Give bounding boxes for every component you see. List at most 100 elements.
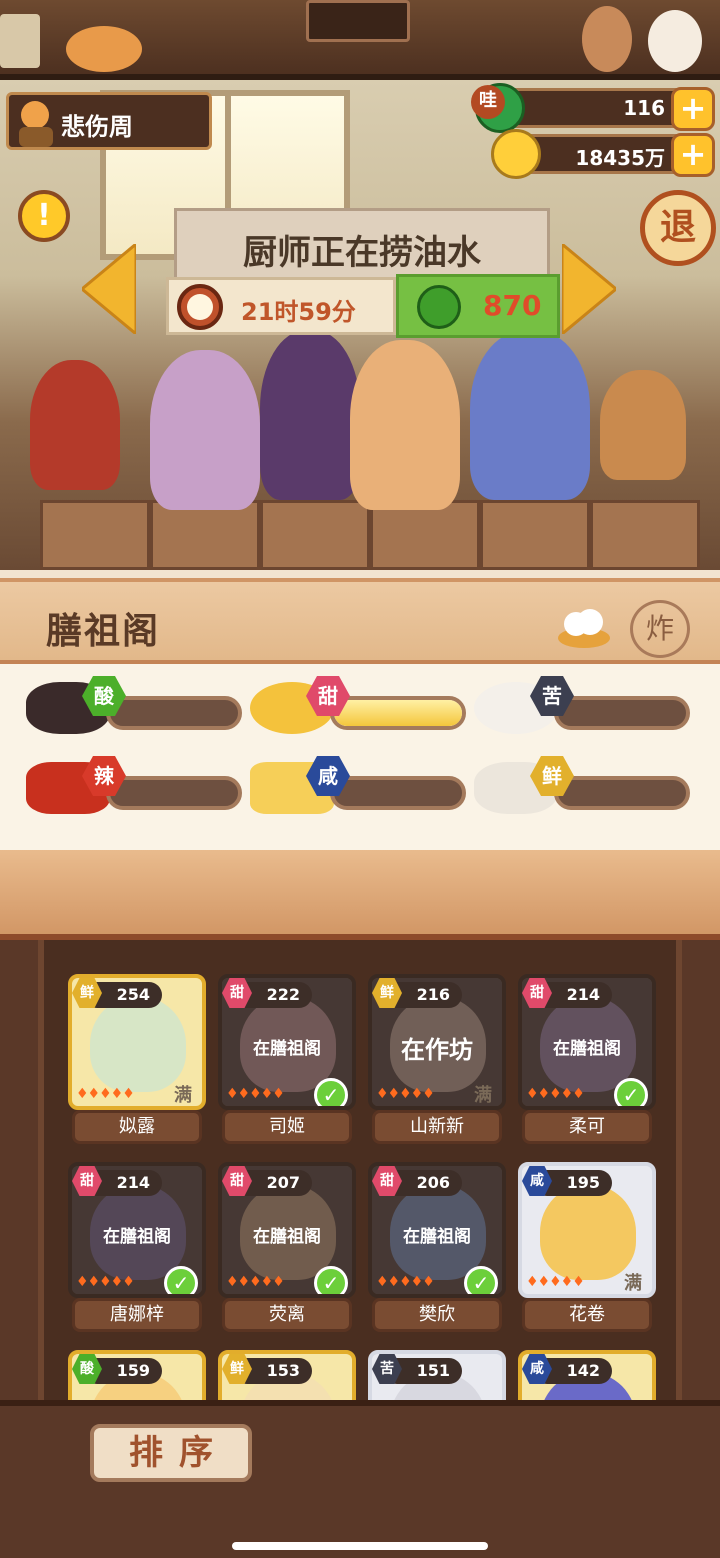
max-level-badge: 满 xyxy=(174,1085,192,1106)
pavilion-footer xyxy=(0,850,720,940)
chef-card[interactable]: 195 咸 ♦♦♦♦♦ 满花卷 xyxy=(518,1162,656,1334)
flame-rating-icon: ♦♦♦♦♦ xyxy=(76,1274,135,1290)
flavor-meter-spicy: 辣 xyxy=(26,756,246,816)
check-icon: ✓ xyxy=(314,1266,348,1294)
chef-card[interactable]: 在膳祖阁 206 甜 ♦♦♦♦♦ ✓ 樊欣 xyxy=(368,1162,506,1334)
flame-rating-icon: ♦♦♦♦♦ xyxy=(376,1274,435,1290)
cat-figurine-icon xyxy=(66,26,142,72)
chef-card-frame: 在膳祖阁 207 甜 ♦♦♦♦♦ ✓ xyxy=(218,1162,356,1298)
timer-text: 21时59分 xyxy=(241,298,356,326)
chef-card-frame: 195 咸 ♦♦♦♦♦ 满 xyxy=(518,1162,656,1298)
chef-sprite xyxy=(150,350,260,510)
prev-arrow-icon[interactable] xyxy=(82,244,136,334)
chef-name: 唐娜梓 xyxy=(72,1298,202,1332)
jade-gem-icon xyxy=(417,285,461,329)
flavor-meter-umami: 鲜 xyxy=(474,756,694,816)
bottom-bar: 排序 xyxy=(0,1400,720,1558)
flavor-bar xyxy=(554,776,690,810)
max-level-badge: 满 xyxy=(474,1085,492,1106)
chef-portrait xyxy=(90,996,186,1092)
chef-card[interactable]: 在作坊 216 鲜 ♦♦♦♦♦ 满山新新 xyxy=(368,974,506,1146)
player-avatar-icon xyxy=(19,101,53,147)
flavor-meter-sour: 酸 xyxy=(26,676,246,736)
chef-card-frame: 159 酸 xyxy=(68,1350,206,1400)
chef-status: 在作坊 xyxy=(401,1036,473,1064)
chef-name: 山新新 xyxy=(372,1110,502,1144)
blast-button[interactable]: 炸 xyxy=(630,600,690,658)
chef-card-frame: 在膳祖阁 222 甜 ♦♦♦♦♦ ✓ xyxy=(218,974,356,1110)
flame-rating-icon: ♦♦♦♦♦ xyxy=(226,1274,285,1290)
chef-card-frame: 254 鲜 ♦♦♦♦♦ 满 xyxy=(68,974,206,1110)
flavor-fill xyxy=(334,700,462,726)
top-shelf xyxy=(0,0,720,80)
badge-icon xyxy=(306,0,410,42)
chef-portrait xyxy=(540,1184,636,1280)
figurine-icon xyxy=(582,6,632,72)
chef-card[interactable]: 159 酸 xyxy=(68,1350,206,1400)
chef-status: 在膳祖阁 xyxy=(103,1227,171,1247)
flame-rating-icon: ♦♦♦♦♦ xyxy=(526,1086,585,1102)
mushroom-decor xyxy=(600,370,686,480)
speed-up-button[interactable]: 870 xyxy=(396,274,560,338)
chef-card-frame: 153 鲜 xyxy=(218,1350,356,1400)
gem-badge: 哇 xyxy=(471,85,505,119)
flavor-bar xyxy=(330,776,466,810)
chef-status: 在膳祖阁 xyxy=(253,1039,321,1059)
check-icon: ✓ xyxy=(314,1078,348,1106)
chef-card-frame: 在作坊 216 鲜 ♦♦♦♦♦ 满 xyxy=(368,974,506,1110)
chef-card[interactable]: 在膳祖阁 222 甜 ♦♦♦♦♦ ✓ 司姬 xyxy=(218,974,356,1146)
chef-grid-inner: 254 鲜 ♦♦♦♦♦ 满姒露 在膳祖阁 222 甜 ♦♦♦♦♦ ✓ 司姬 在作坊 216 鲜 ♦♦♦♦♦… xyxy=(38,940,682,1400)
chef-card-frame: 在膳祖阁 214 甜 ♦♦♦♦♦ ✓ xyxy=(518,974,656,1110)
chef-name: 樊欣 xyxy=(372,1298,502,1332)
flame-rating-icon: ♦♦♦♦♦ xyxy=(226,1086,285,1102)
check-icon: ✓ xyxy=(164,1266,198,1294)
player-name-plate[interactable]: 悲伤周 xyxy=(6,92,212,150)
chef-card[interactable]: 在膳祖阁 207 甜 ♦♦♦♦♦ ✓ 荧离 xyxy=(218,1162,356,1334)
flavor-meters: 酸 甜 苦 辣 咸 鲜 xyxy=(0,664,720,850)
chef-name: 花卷 xyxy=(522,1298,652,1332)
max-level-badge: 满 xyxy=(624,1273,642,1294)
home-indicator[interactable] xyxy=(232,1542,488,1550)
chef-card[interactable]: 在膳祖阁 214 甜 ♦♦♦♦♦ ✓ 柔可 xyxy=(518,974,656,1146)
flavor-bar xyxy=(106,696,242,730)
exit-button[interactable]: 退 xyxy=(640,190,716,266)
chef-sprite xyxy=(350,340,460,510)
chef-card-frame: 在膳祖阁 214 甜 ♦♦♦♦♦ ✓ xyxy=(68,1162,206,1298)
chef-card[interactable]: 153 鲜 xyxy=(218,1350,356,1400)
chef-sprite xyxy=(30,360,120,490)
counter xyxy=(480,500,590,570)
counter xyxy=(150,500,260,570)
chef-status: 在膳祖阁 xyxy=(403,1227,471,1247)
cat-figurine-icon xyxy=(648,10,702,72)
chef-card[interactable]: 在膳祖阁 214 甜 ♦♦♦♦♦ ✓ 唐娜梓 xyxy=(68,1162,206,1334)
timer-box: 21时59分 xyxy=(166,277,396,335)
counter xyxy=(370,500,480,570)
counter xyxy=(260,500,370,570)
chef-name: 柔可 xyxy=(522,1110,652,1144)
chef-status: 在膳祖阁 xyxy=(553,1039,621,1059)
chef-card[interactable]: 142 咸 xyxy=(518,1350,656,1400)
chef-card-frame: 151 苦 xyxy=(368,1350,506,1400)
gem-amount: 116 xyxy=(623,96,665,120)
chef-name: 司姬 xyxy=(222,1110,352,1144)
flavor-meter-sweet: 甜 xyxy=(250,676,470,736)
chef-card[interactable]: 151 苦 xyxy=(368,1350,506,1400)
counter xyxy=(40,500,150,570)
pavilion-panel: 膳祖阁 炸 酸 甜 苦 辣 咸 鲜 xyxy=(0,570,720,940)
alert-button[interactable]: ! xyxy=(18,190,70,242)
sort-button[interactable]: 排序 xyxy=(90,1424,252,1482)
chef-card-frame: 在膳祖阁 206 甜 ♦♦♦♦♦ ✓ xyxy=(368,1162,506,1298)
chef-card[interactable]: 254 鲜 ♦♦♦♦♦ 满姒露 xyxy=(68,974,206,1146)
flavor-meter-bitter: 苦 xyxy=(474,676,694,736)
next-arrow-icon[interactable] xyxy=(562,244,616,334)
pavilion-header: 膳祖阁 炸 xyxy=(0,578,720,664)
coin-icon xyxy=(491,129,541,179)
dish-icon xyxy=(558,609,610,648)
status-text: 厨师正在捞油水 xyxy=(243,233,481,273)
flavor-bar xyxy=(554,696,690,730)
add-coins-button[interactable]: + xyxy=(671,133,715,177)
add-gems-button[interactable]: + xyxy=(671,87,715,131)
chef-sprite xyxy=(260,330,360,500)
chef-name: 姒露 xyxy=(72,1110,202,1144)
flavor-meter-salty: 咸 xyxy=(250,756,470,816)
